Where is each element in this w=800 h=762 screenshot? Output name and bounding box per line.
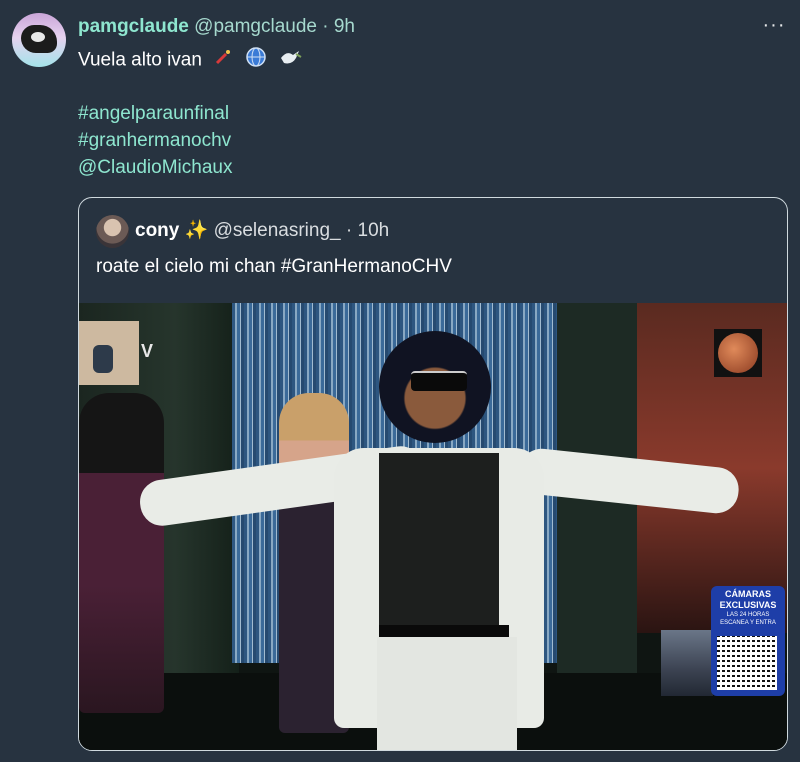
promo-line: LAS 24 HORAS: [726, 612, 770, 618]
quoted-header: cony ✨ @selenasring_ · 10h: [135, 219, 389, 243]
promo-thumbnail: [661, 630, 713, 696]
picture-in-picture-thumb: [79, 321, 139, 385]
separator-dot: ·: [322, 16, 329, 37]
performer-shirt: [379, 453, 499, 628]
mention-link[interactable]: @ClaudioMichaux: [78, 154, 232, 181]
firecracker-emoji-icon: [213, 47, 233, 74]
qr-code-icon: [717, 636, 777, 690]
promo-line: ESCANEA Y ENTRA: [720, 620, 776, 626]
tweet-tags: #angelparaunfinal #granhermanochv @Claud…: [78, 100, 232, 181]
more-options-icon[interactable]: ···: [762, 15, 786, 40]
tweet-text: Vuela alto ivan: [78, 46, 302, 75]
tweet-header: pamgclaude @pamgclaude · 9h: [78, 15, 355, 39]
separator-dot: ·: [345, 220, 353, 241]
overlay-letter: V: [141, 341, 154, 361]
promo-line: EXCLUSIVAS: [719, 600, 777, 610]
avatar-image: [21, 25, 57, 53]
quoted-display-name[interactable]: cony ✨: [135, 220, 208, 241]
promo-line: CÁMARAS: [725, 589, 771, 599]
performer-pants: [377, 637, 517, 750]
sunglasses: [411, 371, 467, 391]
media-video-frame[interactable]: V CÁMARAS EXCLUSIVAS LAS 24 HORAS ESCANE…: [79, 303, 787, 750]
display-name[interactable]: pamgclaude: [78, 16, 189, 37]
quoted-avatar[interactable]: [96, 215, 129, 248]
tweet-text-body: Vuela alto ivan: [78, 49, 202, 71]
avatar[interactable]: [12, 13, 66, 67]
quoted-handle[interactable]: @selenasring_: [214, 220, 341, 241]
quoted-tweet-text: roate el cielo mi chan #GranHermanoCHV: [96, 256, 452, 277]
quoted-tweet-card[interactable]: cony ✨ @selenasring_ · 10h roate el ciel…: [78, 197, 788, 751]
quoted-timestamp[interactable]: 10h: [358, 220, 390, 241]
timestamp[interactable]: 9h: [334, 16, 355, 37]
globe-emoji-icon: [245, 46, 267, 75]
user-handle[interactable]: @pamgclaude: [194, 16, 317, 37]
hashtag-link[interactable]: #angelparaunfinal: [78, 100, 232, 127]
promo-banner: CÁMARAS EXCLUSIVAS LAS 24 HORAS ESCANEA …: [711, 586, 785, 696]
performer-belt: [379, 625, 509, 637]
hashtag-link[interactable]: #granhermanochv: [78, 127, 232, 154]
moon-thumbnail: [714, 329, 762, 377]
dove-emoji-icon: [278, 46, 302, 75]
dancer-figure: [79, 393, 164, 713]
